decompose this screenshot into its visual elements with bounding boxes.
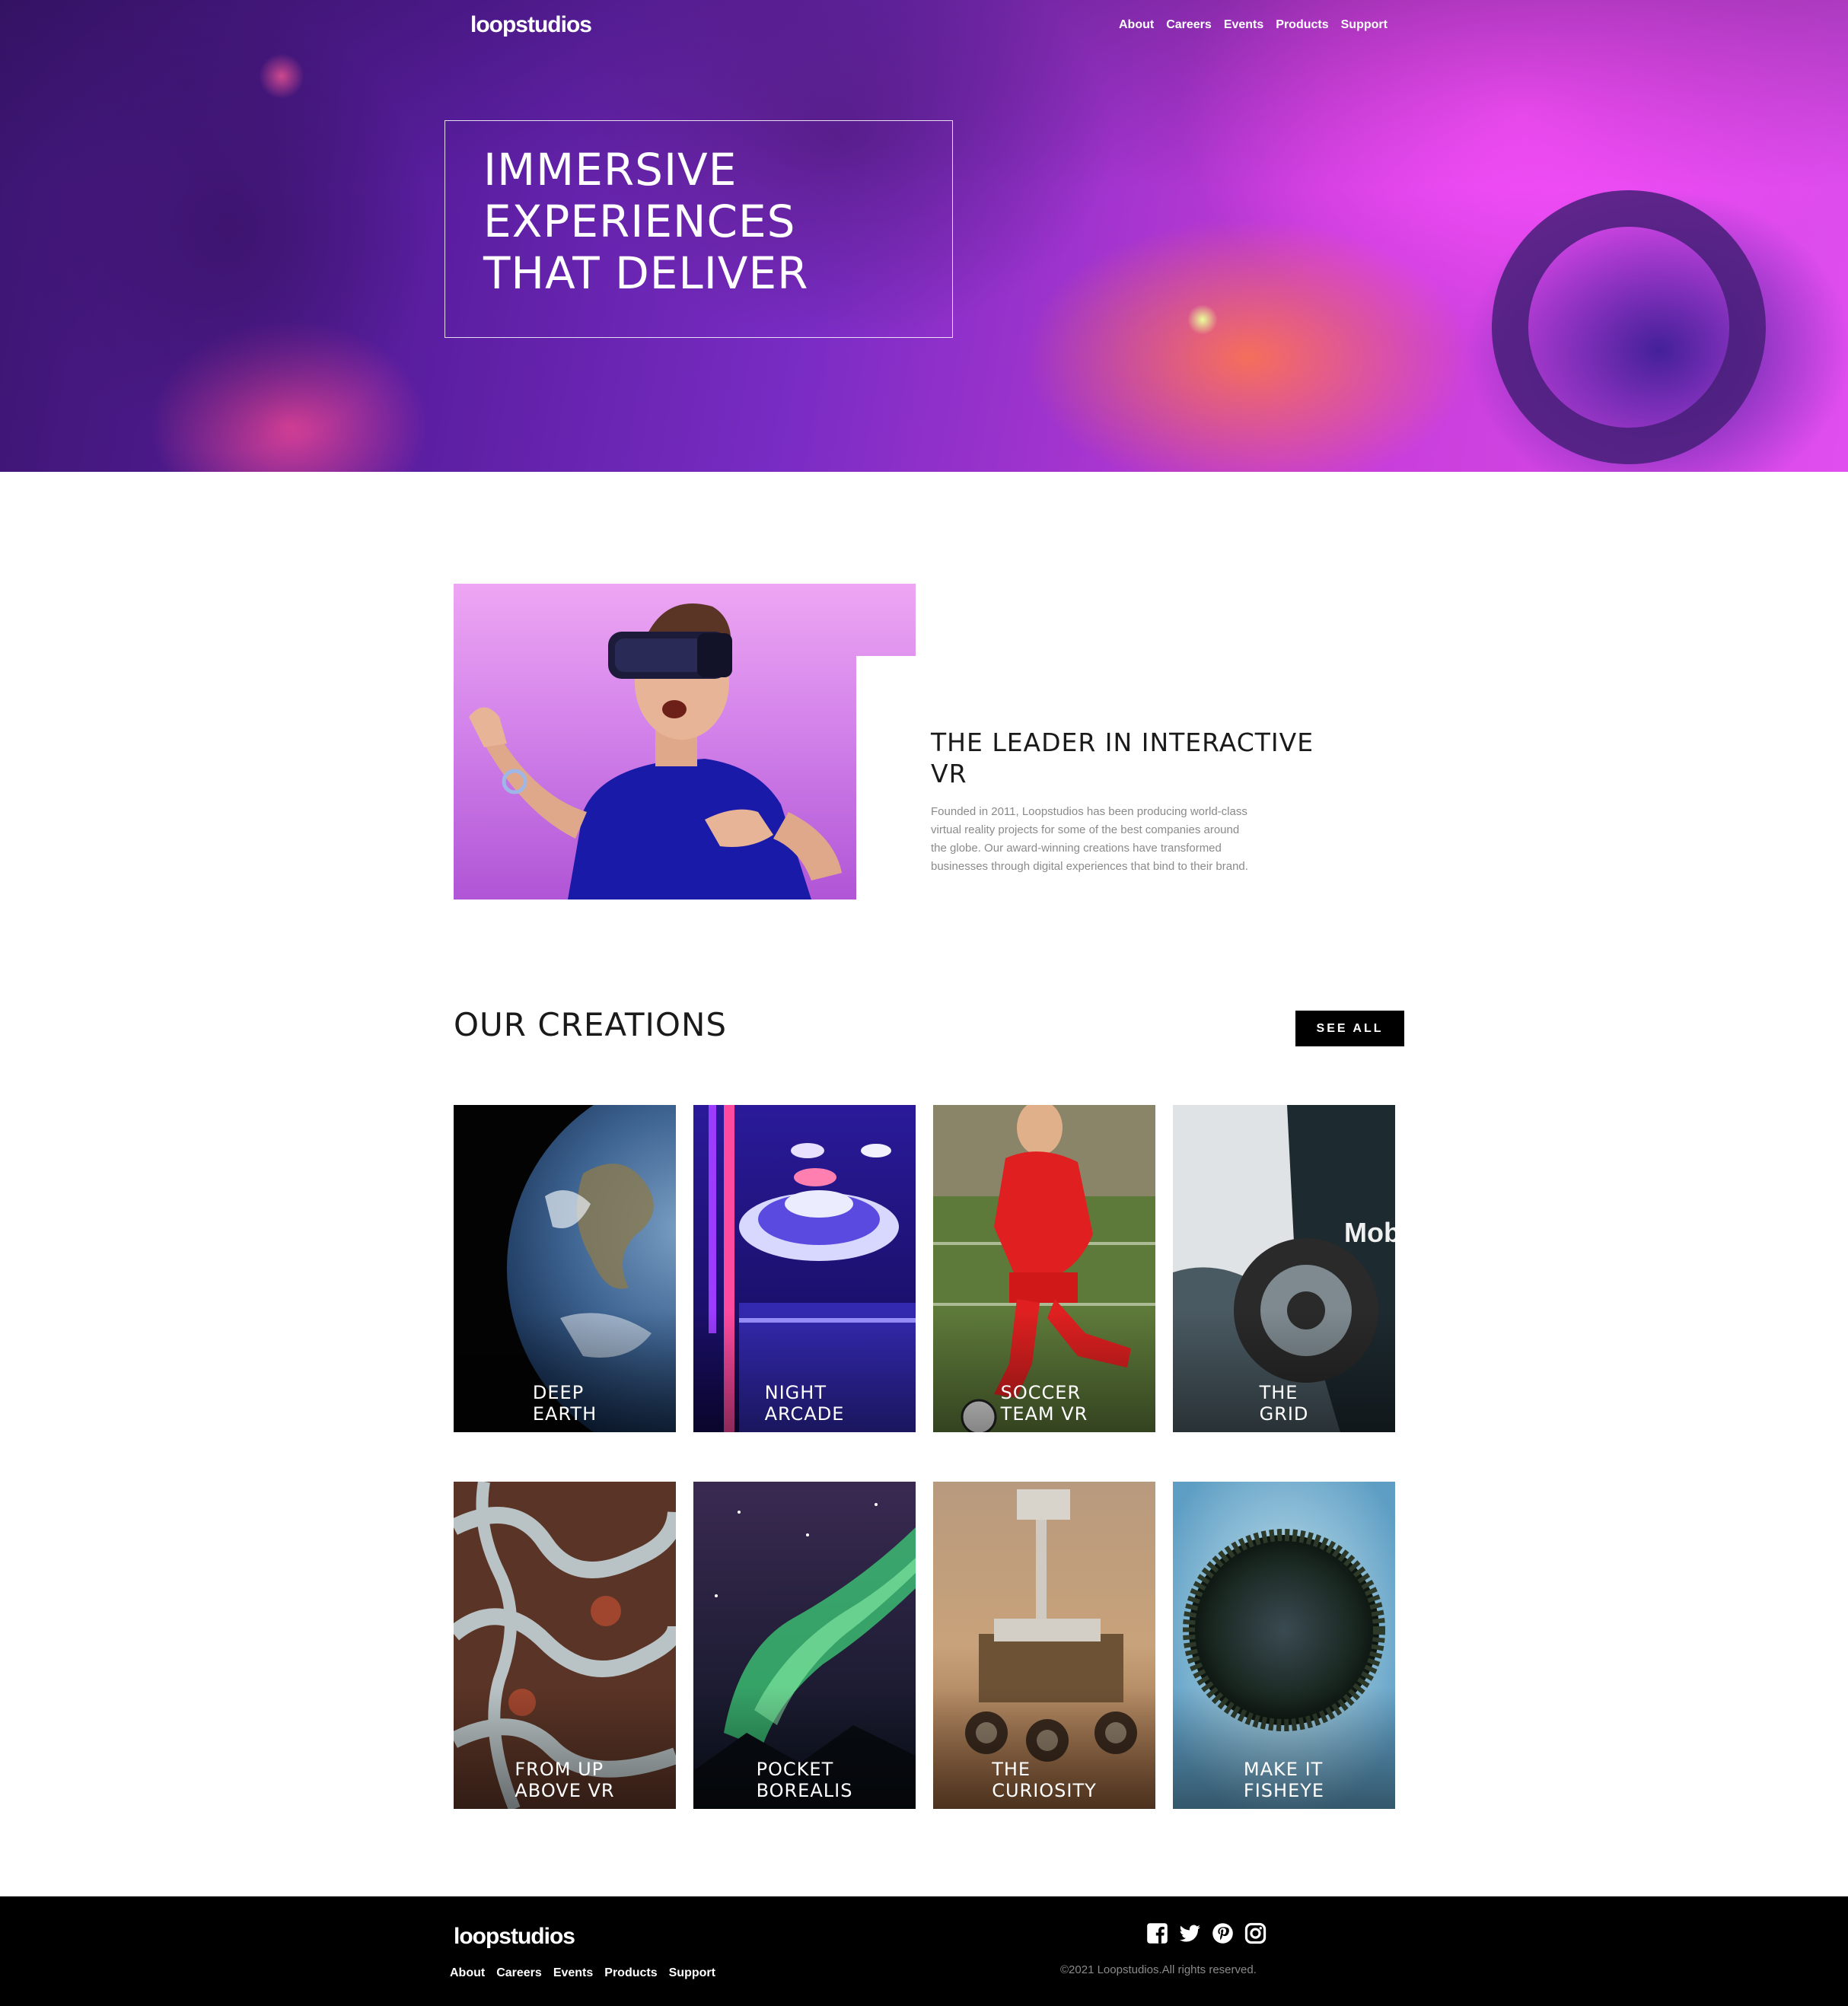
hero-title-box: IMMERSIVE EXPERIENCES THAT DELIVER (444, 120, 953, 338)
intro-vr-image (454, 584, 916, 900)
nav-events[interactable]: Events (1224, 18, 1263, 32)
creation-label: THE CURIOSITY (992, 1759, 1097, 1801)
footer-nav-about[interactable]: About (450, 1966, 485, 1980)
creation-card-make-it-fisheye[interactable]: MAKE IT FISHEYE (1173, 1482, 1395, 1809)
facebook-icon[interactable] (1146, 1922, 1168, 1944)
creation-label: DEEP EARTH (532, 1382, 597, 1425)
creation-card-the-grid[interactable]: Mob THE GRID (1173, 1105, 1395, 1432)
see-all-button[interactable]: SEE ALL (1295, 1011, 1404, 1046)
intro-panel: THE LEADER IN INTERACTIVE VR Founded in … (856, 656, 1351, 930)
creation-card-the-curiosity[interactable]: THE CURIOSITY (933, 1482, 1155, 1809)
footer-logo[interactable]: loopstudios (454, 1924, 575, 1950)
social-links (1146, 1922, 1267, 1944)
footer-nav: About Careers Events Products Support (450, 1966, 715, 1980)
creation-label: MAKE IT FISHEYE (1243, 1759, 1325, 1801)
footer-nav-careers[interactable]: Careers (496, 1966, 542, 1980)
creation-label: THE GRID (1259, 1382, 1309, 1425)
creation-card-night-arcade[interactable]: NIGHT ARCADE (693, 1105, 916, 1432)
footer: loopstudios About Careers Events Product… (0, 1896, 1848, 2006)
creation-card-pocket-borealis[interactable]: POCKET BOREALIS (693, 1482, 916, 1809)
creation-card-soccer-team-vr[interactable]: SOCCER TEAM VR (933, 1105, 1155, 1432)
footer-nav-support[interactable]: Support (669, 1966, 715, 1980)
footer-nav-products[interactable]: Products (604, 1966, 657, 1980)
instagram-icon[interactable] (1244, 1922, 1267, 1944)
vr-person-illustration (469, 603, 842, 900)
creation-label: NIGHT ARCADE (764, 1382, 845, 1425)
hero-title: IMMERSIVE EXPERIENCES THAT DELIVER (483, 144, 809, 299)
main-nav: About Careers Events Products Support (1119, 18, 1388, 32)
twitter-icon[interactable] (1179, 1922, 1201, 1944)
creation-label: SOCCER TEAM VR (1000, 1382, 1088, 1425)
nav-careers[interactable]: Careers (1166, 18, 1212, 32)
pinterest-icon[interactable] (1212, 1922, 1234, 1944)
creation-label: POCKET BOREALIS (756, 1759, 853, 1801)
svg-text:Mob: Mob (1344, 1217, 1395, 1248)
nav-about[interactable]: About (1119, 18, 1154, 32)
creations-title: OUR CREATIONS (454, 1006, 728, 1043)
intro-text: Founded in 2011, Loopstudios has been pr… (931, 805, 1248, 873)
hero-section: loopstudios About Careers Events Product… (0, 0, 1848, 472)
creation-label: FROM UP ABOVE VR (515, 1759, 615, 1801)
footer-nav-events[interactable]: Events (553, 1966, 593, 1980)
nav-products[interactable]: Products (1276, 18, 1328, 32)
creation-card-deep-earth[interactable]: DEEP EARTH (454, 1105, 676, 1432)
creation-card-from-up-above-vr[interactable]: FROM UP ABOVE VR (454, 1482, 676, 1809)
copyright-text: ©2021 Loopstudios.All rights reserved. (1060, 1963, 1257, 1976)
nav-support[interactable]: Support (1341, 18, 1388, 32)
intro-title: THE LEADER IN INTERACTIVE VR (931, 728, 1314, 788)
header-logo[interactable]: loopstudios (470, 12, 592, 38)
